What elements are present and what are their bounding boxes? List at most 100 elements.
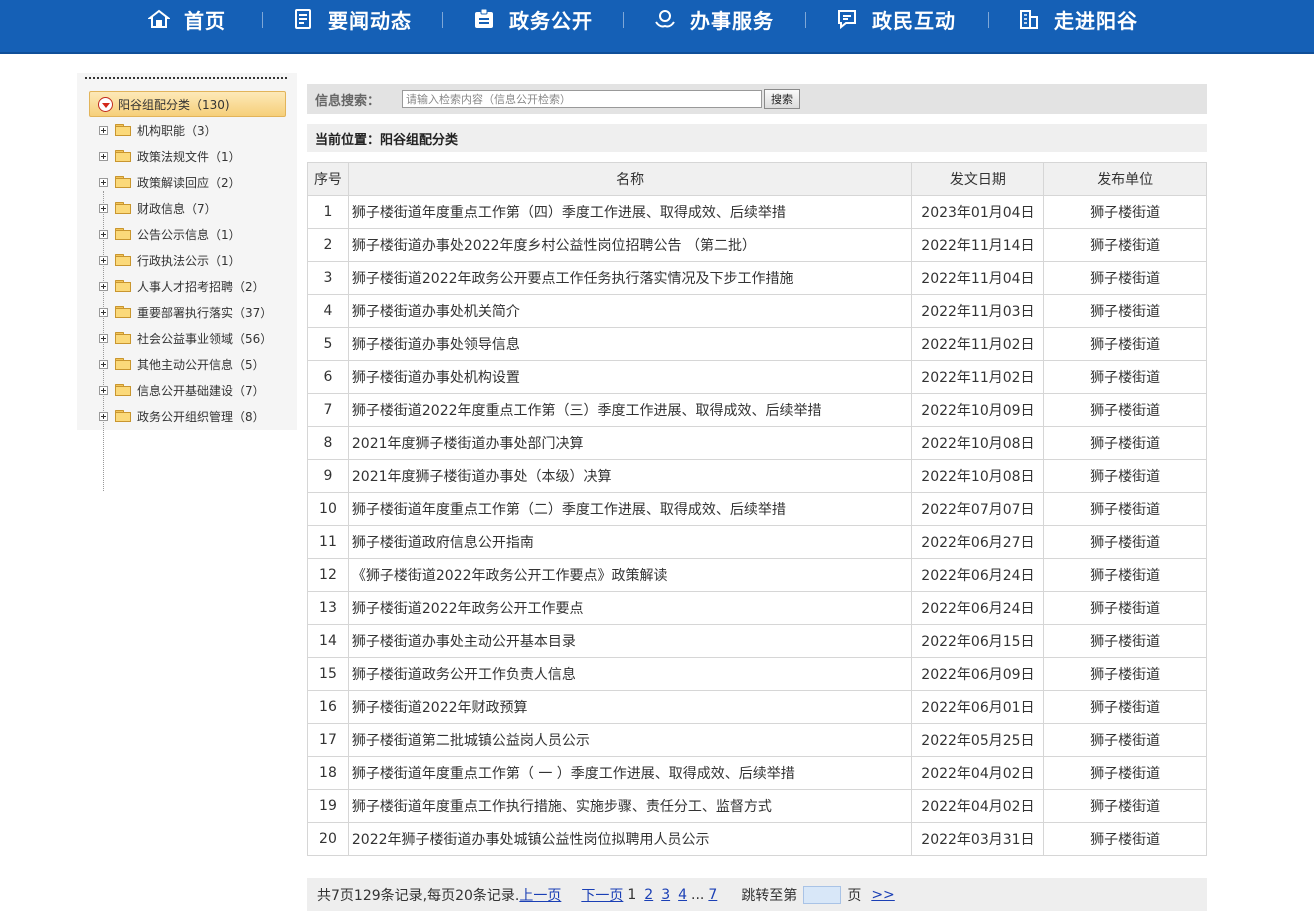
row-unit: 狮子楼街道 (1043, 459, 1207, 493)
nav-item-label: 走进阳谷 (1054, 8, 1138, 33)
row-title-link[interactable]: 狮子楼街道办事处领导信息 (347, 327, 913, 361)
expand-plus-icon[interactable] (99, 281, 108, 291)
row-title-link[interactable]: 狮子楼街道办事处2022年度乡村公益性岗位招聘公告 （第二批） (347, 228, 913, 262)
tree-item-label: 公告公示信息（1） (137, 227, 241, 242)
expand-plus-icon[interactable] (99, 359, 108, 369)
row-unit: 狮子楼街道 (1043, 822, 1207, 856)
row-title-link[interactable]: 狮子楼街道政府信息公开指南 (347, 525, 913, 559)
folder-icon (115, 280, 131, 292)
row-number: 14 (307, 624, 349, 658)
tree-item[interactable]: 行政执法公示（1） (99, 251, 241, 269)
row-unit: 狮子楼街道 (1043, 426, 1207, 460)
page-link-2[interactable]: 2 (644, 887, 653, 903)
table-row: 7 狮子楼街道2022年度重点工作第（三）季度工作进展、取得成效、后续举措 2022… (307, 393, 1207, 427)
expand-plus-icon[interactable] (99, 151, 108, 161)
page-link-3[interactable]: 3 (661, 887, 670, 903)
tree-item-label: 信息公开基础建设（7） (137, 383, 265, 398)
row-title-link[interactable]: 狮子楼街道年度重点工作执行措施、实施步骤、责任分工、监督方式 (347, 789, 913, 823)
tree-item-label: 重要部署执行落实（37） (137, 305, 273, 320)
tree-item[interactable]: 政务公开组织管理（8） (99, 407, 265, 425)
tree-item[interactable]: 其他主动公开信息（5） (99, 355, 265, 373)
folder-icon (115, 358, 131, 370)
expand-plus-icon[interactable] (99, 307, 108, 317)
goto-label: 跳转至第 (741, 887, 798, 904)
tree-item[interactable]: 信息公开基础建设（7） (99, 381, 265, 399)
expand-plus-icon[interactable] (99, 203, 108, 213)
tree-item[interactable]: 财政信息（7） (99, 199, 217, 217)
row-title-link[interactable]: 狮子楼街道2022年财政预算 (347, 690, 913, 724)
row-title-link[interactable]: 狮子楼街道政务公开工作负责人信息 (347, 657, 913, 691)
tree-item[interactable]: 政策法规文件（1） (99, 147, 241, 165)
expand-plus-icon[interactable] (99, 333, 108, 343)
expand-plus-icon[interactable] (99, 177, 108, 187)
goto-page-input[interactable] (803, 885, 842, 904)
expand-plus-icon[interactable] (99, 229, 108, 239)
tree-item[interactable]: 政策解读回应（2） (99, 173, 241, 191)
search-button[interactable]: 搜索 (764, 89, 800, 109)
search-input[interactable] (402, 90, 762, 108)
tree-item[interactable]: 公告公示信息（1） (99, 225, 241, 243)
row-title-link[interactable]: 狮子楼街道办事处机构设置 (347, 360, 913, 394)
tree-item[interactable]: 社会公益事业领域（56） (99, 329, 272, 347)
nav-item-home[interactable]: 首页 (148, 0, 226, 38)
next-page-link[interactable]: 下一页 (581, 885, 623, 905)
row-title-link[interactable]: 狮子楼街道年度重点工作第（ 一 ）季度工作进展、取得成效、后续举措 (347, 756, 913, 790)
row-date: 2022年07月07日 (911, 492, 1045, 526)
row-title-link[interactable]: 2022年狮子楼街道办事处城镇公益性岗位拟聘用人员公示 (347, 822, 913, 856)
row-title-link[interactable]: 狮子楼街道办事处机关简介 (347, 294, 913, 328)
nav-item-about-yanggu[interactable]: 走进阳谷 (1018, 0, 1138, 38)
row-date: 2022年06月09日 (911, 657, 1045, 691)
row-number: 4 (307, 294, 349, 328)
row-title-link[interactable]: 狮子楼街道第二批城镇公益岗人员公示 (347, 723, 913, 757)
nav-item-news[interactable]: 要闻动态 (292, 0, 412, 38)
row-title-link[interactable]: 2021年度狮子楼街道办事处（本级）决算 (347, 459, 913, 493)
table-row: 20 2022年狮子楼街道办事处城镇公益性岗位拟聘用人员公示 2022年03月31日… (307, 822, 1207, 856)
folder-icon (115, 254, 131, 266)
prev-page-link[interactable]: 上一页 (519, 885, 561, 905)
nav-item-government-affairs[interactable]: 政务公开 (473, 0, 593, 38)
row-title-link[interactable]: 狮子楼街道2022年政务公开要点工作任务执行落实情况及下步工作措施 (347, 261, 913, 295)
expand-plus-icon[interactable] (99, 125, 108, 135)
row-title-link[interactable]: 狮子楼街道年度重点工作第（四）季度工作进展、取得成效、后续举措 (347, 195, 913, 229)
row-number: 2 (307, 228, 349, 262)
row-unit: 狮子楼街道 (1043, 195, 1207, 229)
table-row: 14 狮子楼街道办事处主动公开基本目录 2022年06月15日 狮子楼街道 (307, 624, 1207, 658)
goto-page-button[interactable]: >> (871, 887, 894, 903)
tree-item[interactable]: 重要部署执行落实（37） (99, 303, 272, 321)
row-number: 5 (307, 327, 349, 361)
nav-item-interaction[interactable]: 政民互动 (836, 0, 956, 38)
tree-item[interactable]: 机构职能（3） (99, 121, 217, 139)
row-unit: 狮子楼街道 (1043, 393, 1207, 427)
table-row: 6 狮子楼街道办事处机构设置 2022年11月02日 狮子楼街道 (307, 360, 1207, 394)
row-date: 2022年05月25日 (911, 723, 1045, 757)
nav-item-services[interactable]: 办事服务 (654, 0, 774, 38)
column-header-date: 发文日期 (911, 162, 1045, 196)
nav-separator (805, 12, 806, 28)
tree-item-label: 人事人才招考招聘（2） (137, 279, 265, 294)
tree-root-node[interactable]: 阳谷组配分类（130) (89, 91, 286, 117)
row-title-link[interactable]: 狮子楼街道年度重点工作第（二）季度工作进展、取得成效、后续举措 (347, 492, 913, 526)
page-link-4[interactable]: 4 (678, 887, 687, 903)
row-unit: 狮子楼街道 (1043, 789, 1207, 823)
expand-plus-icon[interactable] (99, 411, 108, 421)
row-title-link[interactable]: 狮子楼街道2022年政务公开工作要点 (347, 591, 913, 625)
row-title-link[interactable]: 2021年度狮子楼街道办事处部门决算 (347, 426, 913, 460)
row-number: 15 (307, 657, 349, 691)
pagination-ellipsis: ... (691, 886, 705, 903)
tree-top-divider (85, 77, 287, 79)
tree-item-label: 财政信息（7） (137, 201, 217, 216)
expand-plus-icon[interactable] (99, 255, 108, 265)
row-title-link[interactable]: 狮子楼街道2022年度重点工作第（三）季度工作进展、取得成效、后续举措 (347, 393, 913, 427)
page-link-last[interactable]: 7 (708, 887, 717, 903)
tree-item[interactable]: 人事人才招考招聘（2） (99, 277, 265, 295)
row-number: 3 (307, 261, 349, 295)
row-date: 2022年06月24日 (911, 558, 1045, 592)
info-search-bar: 信息搜索： 搜索 (307, 84, 1207, 114)
row-number: 8 (307, 426, 349, 460)
home-icon (148, 8, 170, 30)
row-title-link[interactable]: 狮子楼街道办事处主动公开基本目录 (347, 624, 913, 658)
table-row: 1 狮子楼街道年度重点工作第（四）季度工作进展、取得成效、后续举措 2023年01月… (307, 195, 1207, 229)
expand-plus-icon[interactable] (99, 385, 108, 395)
folder-icon (115, 332, 131, 344)
row-title-link[interactable]: 《狮子楼街道2022年政务公开工作要点》政策解读 (347, 558, 913, 592)
